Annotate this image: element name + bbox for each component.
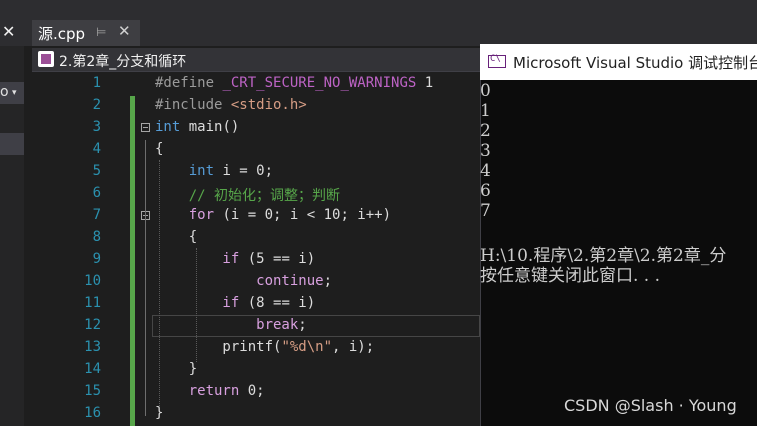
code-token: "%d\n"	[281, 339, 333, 355]
code-token: }	[155, 405, 164, 421]
code-token: 1	[416, 75, 434, 91]
code-line[interactable]: break;	[155, 317, 307, 333]
line-number: 10	[84, 273, 101, 289]
fold-guide	[145, 140, 146, 416]
line-number: 14	[84, 361, 101, 377]
code-token: (8 == i)	[239, 295, 316, 311]
code-line[interactable]: int main()	[155, 119, 239, 135]
code-token: #define	[155, 75, 223, 91]
code-token: (5 == i)	[239, 251, 316, 267]
code-token: for	[155, 207, 215, 223]
code-line[interactable]: {	[155, 141, 163, 157]
code-token: printf(	[155, 339, 282, 355]
code-line[interactable]: #include <stdio.h>	[155, 97, 307, 113]
code-line[interactable]: if (8 == i)	[155, 295, 315, 311]
close-icon[interactable]: ✕	[2, 22, 15, 41]
line-number: 16	[84, 405, 101, 421]
line-number: 13	[84, 339, 101, 355]
code-line[interactable]: if (5 == i)	[155, 251, 315, 267]
sidebar-dropdown-label: o	[0, 84, 9, 100]
code-token: ;	[323, 273, 333, 289]
line-number: 11	[84, 295, 101, 311]
code-token: if	[155, 251, 240, 267]
code-token: i = 0;	[214, 163, 274, 179]
code-token: ;	[298, 317, 307, 333]
code-token: }	[155, 361, 198, 377]
debug-console-window[interactable]	[480, 44, 757, 426]
line-number: 12	[84, 317, 101, 333]
console-line: 7	[480, 201, 491, 221]
line-number: 9	[92, 251, 101, 267]
console-line: 0	[480, 81, 491, 101]
code-line[interactable]: }	[155, 361, 197, 377]
code-token: {	[155, 229, 198, 245]
tab-label[interactable]: 源.cpp	[38, 23, 85, 44]
console-line: 3	[480, 141, 491, 161]
collapse-icon[interactable]	[141, 123, 150, 132]
code-token: continue	[155, 273, 324, 289]
code-line[interactable]: {	[155, 229, 197, 245]
code-line[interactable]: printf("%d\n", i);	[155, 339, 374, 355]
code-line[interactable]: return 0;	[155, 383, 265, 399]
code-token: 0;	[239, 383, 265, 399]
console-line: 1	[480, 101, 491, 121]
line-number: 4	[92, 141, 101, 157]
code-token: return	[155, 383, 240, 399]
console-line: 2	[480, 121, 491, 141]
code-token: int	[155, 119, 181, 135]
line-number: 8	[92, 229, 101, 245]
code-token: if	[155, 295, 240, 311]
project-icon	[38, 51, 54, 67]
pin-icon[interactable]: ⊨	[96, 25, 106, 39]
code-token: main()	[180, 119, 240, 135]
code-token: <stdio.h>	[230, 97, 307, 113]
project-dropdown[interactable]: 2.第2章_分支和循环	[59, 51, 186, 71]
code-token: (i = 0; i < 10; i++)	[214, 207, 392, 223]
console-line: 按任意键关闭此窗口. . .	[480, 266, 661, 286]
line-number: 6	[92, 185, 101, 201]
code-token: {	[155, 141, 164, 157]
console-line: 6	[480, 181, 491, 201]
code-line[interactable]: for (i = 0; i < 10; i++)	[155, 207, 391, 223]
code-token: break	[155, 317, 299, 333]
line-number: 2	[92, 97, 101, 113]
code-token: // 初始化；调整；判断	[155, 188, 341, 204]
line-number: 3	[92, 119, 101, 135]
sidebar-selected-row[interactable]	[0, 133, 24, 155]
code-line[interactable]: // 初始化；调整；判断	[155, 185, 340, 205]
code-line[interactable]: int i = 0;	[155, 163, 273, 179]
console-line: 4	[480, 161, 491, 181]
code-token: #include	[155, 97, 231, 113]
close-tab-icon[interactable]: ✕	[118, 22, 131, 40]
console-app-icon	[488, 54, 506, 68]
code-token: int	[188, 163, 215, 179]
code-line[interactable]: continue;	[155, 273, 332, 289]
code-line[interactable]: #define _CRT_SECURE_NO_WARNINGS 1	[155, 75, 433, 91]
line-number: 7	[92, 207, 101, 223]
console-title: Microsoft Visual Studio 调试控制台	[513, 54, 757, 72]
chevron-down-icon[interactable]: ▾	[12, 88, 17, 98]
change-tracking-bar	[130, 96, 135, 426]
code-token: , i);	[332, 339, 375, 355]
code-token: _CRT_SECURE_NO_WARNINGS	[222, 75, 417, 91]
line-number: 5	[92, 163, 101, 179]
code-line[interactable]: }	[155, 405, 163, 421]
line-number: 1	[92, 75, 101, 91]
line-number: 15	[84, 383, 101, 399]
watermark: CSDN @Slash · Young	[564, 396, 737, 415]
